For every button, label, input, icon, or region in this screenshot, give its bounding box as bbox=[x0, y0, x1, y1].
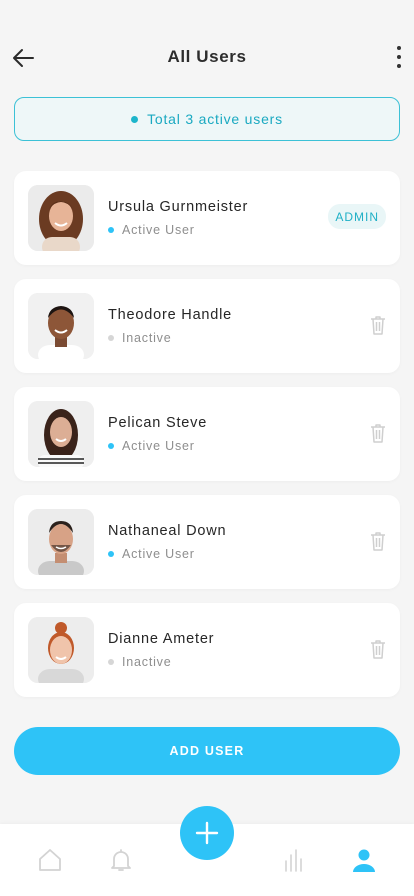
user-name: Dianne Ameter bbox=[108, 631, 215, 647]
trash-icon bbox=[371, 640, 385, 659]
user-status: Active User bbox=[108, 547, 195, 561]
summary-dot-icon bbox=[131, 115, 139, 123]
bar-chart-icon bbox=[285, 849, 302, 872]
status-text: Active User bbox=[122, 547, 195, 561]
floating-add-button[interactable] bbox=[180, 806, 234, 860]
more-vertical-icon bbox=[397, 46, 401, 50]
status-text: Active User bbox=[122, 439, 195, 453]
avatar bbox=[28, 617, 94, 683]
status-text: Inactive bbox=[122, 655, 172, 669]
trash-icon bbox=[371, 424, 385, 443]
nav-profile[interactable] bbox=[350, 846, 378, 874]
status-dot-icon bbox=[108, 659, 114, 665]
user-status: Inactive bbox=[108, 331, 171, 345]
user-name: Theodore Handle bbox=[108, 307, 233, 323]
delete-user-button[interactable] bbox=[370, 639, 386, 659]
avatar bbox=[28, 509, 94, 575]
active-users-summary: Total 3 active users bbox=[14, 97, 400, 141]
trash-icon bbox=[371, 532, 385, 551]
page-title: All Users bbox=[167, 47, 247, 66]
user-icon bbox=[353, 849, 375, 872]
delete-user-button[interactable] bbox=[370, 315, 386, 335]
status-text: Active User bbox=[122, 223, 195, 237]
status-dot-icon bbox=[108, 551, 114, 557]
status-text: Inactive bbox=[122, 331, 172, 345]
status-dot-icon bbox=[108, 335, 114, 341]
user-card[interactable]: Nathaneal Down Active User bbox=[14, 495, 400, 589]
user-status: Inactive bbox=[108, 655, 171, 669]
delete-user-button[interactable] bbox=[370, 423, 386, 443]
delete-user-button[interactable] bbox=[370, 531, 386, 551]
nav-notifications[interactable] bbox=[107, 846, 135, 874]
nav-stats[interactable] bbox=[280, 846, 308, 874]
avatar bbox=[28, 401, 94, 467]
trash-icon bbox=[371, 316, 385, 335]
user-card[interactable]: Pelican Steve Active User bbox=[14, 387, 400, 481]
bell-icon bbox=[111, 849, 131, 871]
user-status: Active User bbox=[108, 439, 195, 453]
avatar bbox=[28, 293, 94, 359]
admin-badge: ADMIN bbox=[328, 204, 386, 229]
summary-text: Total 3 active users bbox=[147, 111, 283, 127]
user-card[interactable]: Ursula Gurnmeister Active User ADMIN bbox=[14, 171, 400, 265]
app-header: All Users bbox=[0, 0, 414, 96]
avatar bbox=[28, 185, 94, 251]
status-dot-icon bbox=[108, 443, 114, 449]
plus-icon bbox=[195, 821, 219, 845]
user-name: Nathaneal Down bbox=[108, 523, 227, 539]
user-status: Active User bbox=[108, 223, 195, 237]
nav-home[interactable] bbox=[36, 846, 64, 874]
user-card[interactable]: Dianne Ameter Inactive bbox=[14, 603, 400, 697]
user-name: Ursula Gurnmeister bbox=[108, 199, 249, 215]
user-name: Pelican Steve bbox=[108, 415, 208, 431]
status-dot-icon bbox=[108, 227, 114, 233]
home-icon bbox=[39, 849, 61, 871]
user-card[interactable]: Theodore Handle Inactive bbox=[14, 279, 400, 373]
more-options-button[interactable] bbox=[394, 46, 404, 68]
add-user-button[interactable]: ADD USER bbox=[14, 727, 400, 775]
